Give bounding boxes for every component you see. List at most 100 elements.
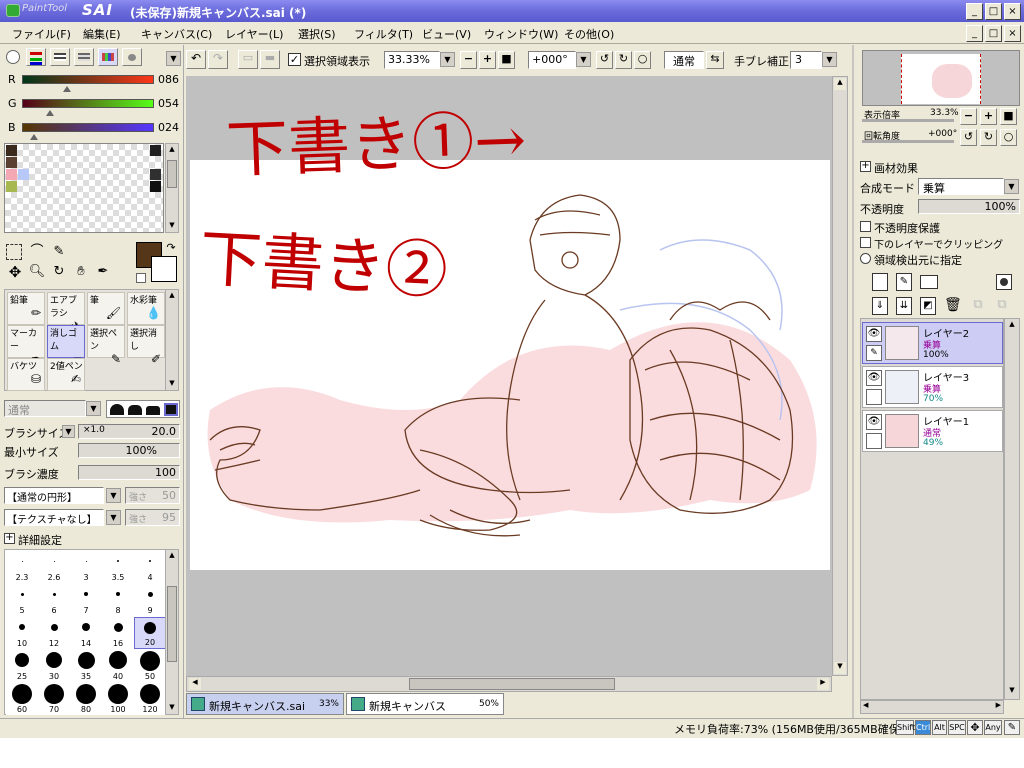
tool-bucket[interactable]: バケツ ⛁: [7, 358, 45, 391]
brush-size-option[interactable]: 16: [102, 617, 134, 649]
zoom-reset-button[interactable]: ■: [498, 51, 515, 69]
canvas-blend-select[interactable]: 通常: [664, 51, 704, 69]
layer-blend-arrow[interactable]: ▼: [1004, 179, 1019, 194]
brush-texture-strength[interactable]: 強さ 95: [125, 509, 180, 526]
close-button[interactable]: ×: [1004, 3, 1021, 20]
brush-size-option[interactable]: 8: [102, 584, 134, 616]
zoom-icon[interactable]: 🔍︎: [28, 264, 46, 282]
lasso-icon[interactable]: ⌒: [28, 244, 46, 260]
tool-eraser[interactable]: 消しゴム▱: [47, 325, 85, 366]
doc-minimize-button[interactable]: _: [966, 25, 983, 42]
ctrl-key-indicator[interactable]: Ctrl: [915, 720, 931, 735]
layer-mask-icon[interactable]: [996, 274, 1012, 290]
layer-row[interactable]: 👁︎ レイヤー1 通常 49%: [862, 410, 1003, 452]
brush-size-option[interactable]: 80: [70, 683, 102, 715]
brush-size-option[interactable]: 60: [6, 683, 38, 715]
swatch[interactable]: [6, 145, 17, 156]
mixer-mode-icon[interactable]: [74, 48, 94, 66]
menu-filter[interactable]: フィルタ(T): [354, 26, 413, 42]
tool-airbrush[interactable]: エアブラシ✈: [47, 292, 85, 333]
menu-view[interactable]: ビュー(V): [422, 26, 471, 42]
eye-icon[interactable]: 👁︎: [866, 370, 882, 386]
brush-size-option[interactable]: 6: [38, 584, 70, 616]
color-panel-menu-icon[interactable]: ▼: [166, 51, 181, 66]
brush-size-scrollbar[interactable]: ▲ ▼: [165, 549, 179, 715]
nav-rotate-right-button[interactable]: ↻: [980, 129, 997, 146]
protect-opacity-checkbox[interactable]: [860, 221, 871, 232]
brush-size-option[interactable]: 25: [6, 650, 38, 682]
tool-blend-mode-select[interactable]: 通常: [4, 400, 86, 417]
brush-size-option[interactable]: 2.3: [6, 551, 38, 583]
doc-close-button[interactable]: ×: [1004, 25, 1021, 42]
detail-expand-icon[interactable]: +: [4, 533, 15, 544]
deselect-button[interactable]: ▭: [238, 50, 258, 69]
doc-tab-1[interactable]: 新規キャンバス.sai 33%: [186, 693, 344, 715]
zoom-select-arrow[interactable]: ▼: [440, 52, 455, 67]
eye-icon[interactable]: 👁︎: [866, 326, 882, 342]
selection-display-checkbox[interactable]: ✓: [288, 53, 301, 66]
menu-other[interactable]: その他(O): [564, 26, 614, 42]
move-icon[interactable]: ✥: [6, 264, 24, 282]
layer-edit-toggle[interactable]: [866, 389, 882, 405]
brush-size-option[interactable]: 20: [134, 617, 166, 649]
brush-size-option[interactable]: 2.6: [38, 551, 70, 583]
rgb-slider-mode-icon[interactable]: [26, 48, 46, 66]
swatch[interactable]: [150, 181, 161, 192]
tool-select-pen[interactable]: 選択ペン ✎: [87, 325, 125, 366]
maximize-button[interactable]: □: [985, 3, 1002, 20]
swatch-scrollbar[interactable]: ▲ ▼: [165, 143, 179, 233]
nav-zoom-out-button[interactable]: −: [960, 108, 977, 125]
brush-size-option[interactable]: 120: [134, 683, 166, 715]
rotate-icon[interactable]: ↻: [50, 264, 68, 282]
new-linework-layer-icon[interactable]: ✎: [896, 273, 912, 291]
color-wheel-icon[interactable]: [6, 50, 20, 64]
brush-size-mult-arrow[interactable]: ▼: [62, 425, 75, 438]
pen-pressure-icon[interactable]: ✎: [1004, 720, 1020, 735]
brush-size-option[interactable]: 9: [134, 584, 166, 616]
brush-size-option[interactable]: 10: [6, 617, 38, 649]
layer-hscrollbar[interactable]: ◀ ▶: [860, 700, 1004, 714]
nav-rotate-left-button[interactable]: ↺: [960, 129, 977, 146]
delete-layer-icon[interactable]: 🗑︎: [944, 297, 962, 315]
brush-size-option[interactable]: 4: [134, 551, 166, 583]
angle-select[interactable]: +000°: [528, 51, 576, 69]
brush-texture-select[interactable]: 【テクスチャなし】: [4, 509, 104, 526]
rotate-right-button[interactable]: ↻: [615, 51, 632, 69]
zoom-select[interactable]: 33.33%: [384, 51, 440, 69]
r-slider[interactable]: [22, 75, 154, 84]
swatch-mode-icon[interactable]: [98, 48, 118, 66]
brush-size-option[interactable]: 100: [102, 683, 134, 715]
effects-label[interactable]: 画材効果: [874, 160, 918, 176]
brush-size-option[interactable]: 3.5: [102, 551, 134, 583]
space-key-indicator[interactable]: SPC: [948, 720, 966, 735]
layer-blend-select[interactable]: 乗算: [918, 178, 1004, 195]
b-slider[interactable]: [22, 123, 154, 132]
nav-zoom-in-button[interactable]: +: [980, 108, 997, 125]
merge-down-icon[interactable]: ⇊: [896, 297, 912, 315]
b-slider-thumb[interactable]: [29, 134, 38, 140]
brush-edge-selector[interactable]: [106, 400, 180, 418]
layer-opacity-slider[interactable]: 100%: [918, 199, 1020, 214]
reset-colors-icon[interactable]: [136, 273, 146, 283]
layer-edit-toggle[interactable]: [866, 433, 882, 449]
brush-size-option[interactable]: 40: [102, 650, 134, 682]
swatch[interactable]: [6, 157, 17, 168]
panel-splitter[interactable]: [852, 45, 854, 718]
doc-tab-2[interactable]: 新規キャンバス 50%: [346, 693, 504, 715]
layer-row[interactable]: 👁︎ レイヤー3 乗算 70%: [862, 366, 1003, 408]
brush-shape-select[interactable]: 【通常の円形】: [4, 487, 104, 504]
menu-file[interactable]: ファイル(F): [12, 26, 71, 42]
tool-watercolor[interactable]: 水彩筆 💧: [127, 292, 165, 325]
shift-key-indicator[interactable]: Shift: [896, 720, 915, 735]
brush-texture-arrow[interactable]: ▼: [106, 510, 121, 525]
brush-size-option[interactable]: 3: [70, 551, 102, 583]
new-layer-icon[interactable]: [872, 273, 888, 291]
menu-layer[interactable]: レイヤー(L): [225, 26, 283, 42]
tool-blend-mode-arrow[interactable]: ▼: [86, 401, 101, 416]
swatch[interactable]: [150, 169, 161, 180]
minimize-button[interactable]: _: [966, 3, 983, 20]
swap-colors-icon[interactable]: ↷: [164, 240, 178, 254]
effects-expand-icon[interactable]: +: [860, 161, 871, 172]
detail-settings-label[interactable]: 詳細設定: [18, 532, 62, 548]
angle-select-arrow[interactable]: ▼: [576, 52, 591, 67]
